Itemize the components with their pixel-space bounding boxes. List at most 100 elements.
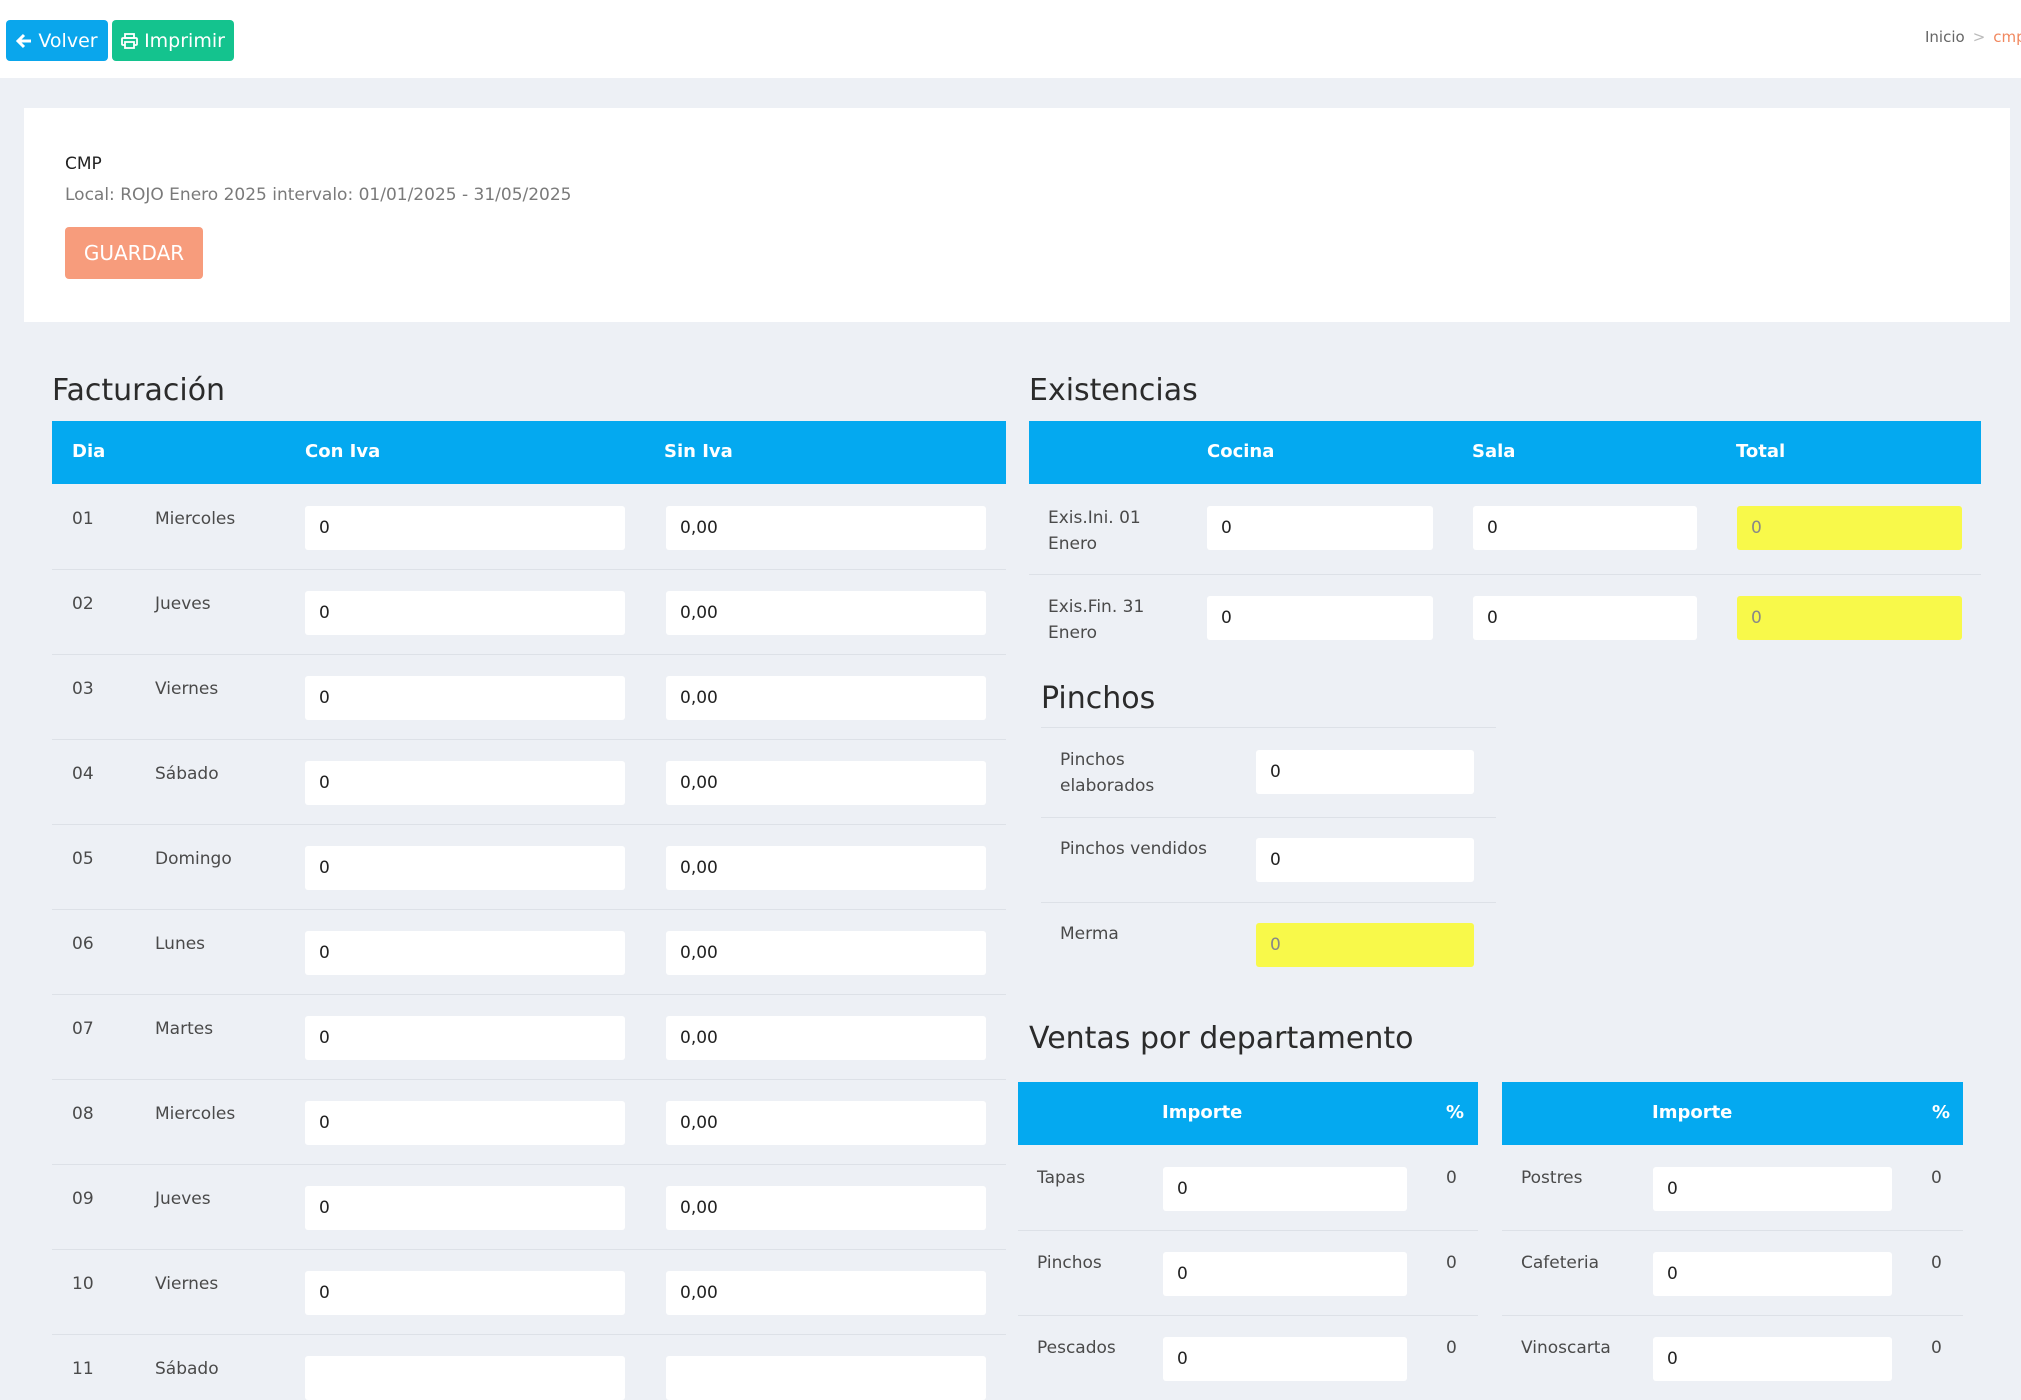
fact-sin-iva-input[interactable] xyxy=(666,506,986,550)
fact-sin-iva-input[interactable] xyxy=(666,1016,986,1060)
row-divider xyxy=(52,1079,1006,1080)
fact-weekday: Sábado xyxy=(155,764,219,784)
fact-con-iva-input[interactable] xyxy=(305,676,625,720)
fact-weekday: Miercoles xyxy=(155,1104,236,1124)
exis-ini-cocina-input[interactable] xyxy=(1207,506,1433,550)
fact-sin-iva-input[interactable] xyxy=(666,1101,986,1145)
facturacion-title: Facturación xyxy=(52,373,226,408)
ventas-importe-input[interactable] xyxy=(1163,1337,1407,1381)
fact-day: 05 xyxy=(72,849,94,869)
ventas-importe-input[interactable] xyxy=(1653,1252,1892,1296)
ventas-importe-input[interactable] xyxy=(1653,1337,1892,1381)
ventas-pct: 0 xyxy=(1931,1253,1942,1273)
row-divider xyxy=(52,1249,1006,1250)
row-divider xyxy=(52,909,1006,910)
row-divider xyxy=(1041,817,1496,818)
ventas-importe-input[interactable] xyxy=(1163,1252,1407,1296)
fact-weekday: Jueves xyxy=(155,1189,211,1209)
exis-fin-total-input[interactable] xyxy=(1737,596,1962,640)
row-divider xyxy=(1041,902,1496,903)
col-importe: Importe xyxy=(1652,1102,1733,1123)
top-bar: Volver Imprimir Inicio > cmp xyxy=(0,0,2021,78)
col-dia: Dia xyxy=(72,441,106,462)
ventas-pct: 0 xyxy=(1931,1338,1942,1358)
row-divider xyxy=(52,994,1006,995)
merma-input[interactable] xyxy=(1256,923,1474,967)
fact-con-iva-input[interactable] xyxy=(305,506,625,550)
fact-sin-iva-input[interactable] xyxy=(666,1271,986,1315)
ventas-dept-label: Pescados xyxy=(1037,1338,1116,1358)
ventas-dept-label: Cafeteria xyxy=(1521,1253,1599,1273)
fact-weekday: Lunes xyxy=(155,934,206,954)
fact-con-iva-input[interactable] xyxy=(305,1016,625,1060)
pinchos-elaborados-line1: Pinchos xyxy=(1060,750,1125,770)
exis-ini-label-line1: Exis.Ini. 01 xyxy=(1048,508,1141,528)
fact-sin-iva-input[interactable] xyxy=(666,1186,986,1230)
pinchos-vendidos-input[interactable] xyxy=(1256,838,1474,882)
fact-weekday: Jueves xyxy=(155,594,211,614)
exis-fin-cocina-input[interactable] xyxy=(1207,596,1433,640)
page-title: CMP xyxy=(65,154,102,174)
pinchos-elaborados-input[interactable] xyxy=(1256,750,1474,794)
fact-con-iva-input[interactable] xyxy=(305,761,625,805)
fact-day: 04 xyxy=(72,764,94,784)
fact-sin-iva-input[interactable] xyxy=(666,761,986,805)
fact-con-iva-input[interactable] xyxy=(305,931,625,975)
fact-con-iva-input[interactable] xyxy=(305,1101,625,1145)
ventas-importe-input[interactable] xyxy=(1163,1167,1407,1211)
fact-sin-iva-input[interactable] xyxy=(666,1356,986,1400)
fact-sin-iva-input[interactable] xyxy=(666,846,986,890)
exis-ini-label: Exis.Ini. 01 Enero xyxy=(1048,505,1141,557)
save-button[interactable]: GUARDAR xyxy=(65,227,203,279)
fact-con-iva-input[interactable] xyxy=(305,1271,625,1315)
row-divider xyxy=(1502,1315,1963,1316)
ventas-importe-input[interactable] xyxy=(1653,1167,1892,1211)
ventas-dept-label: Vinoscarta xyxy=(1521,1338,1611,1358)
fact-sin-iva-input[interactable] xyxy=(666,931,986,975)
breadcrumb-home[interactable]: Inicio xyxy=(1925,28,1965,46)
row-divider xyxy=(52,1164,1006,1165)
ventas-header-left: Importe % xyxy=(1018,1082,1478,1145)
ventas-pct: 0 xyxy=(1446,1168,1457,1188)
row-divider xyxy=(52,654,1006,655)
fact-day: 06 xyxy=(72,934,94,954)
exis-fin-sala-input[interactable] xyxy=(1473,596,1697,640)
printer-icon xyxy=(121,32,138,49)
fact-day: 03 xyxy=(72,679,94,699)
fact-weekday: Domingo xyxy=(155,849,232,869)
fact-sin-iva-input[interactable] xyxy=(666,676,986,720)
fact-con-iva-input[interactable] xyxy=(305,1356,625,1400)
print-button[interactable]: Imprimir xyxy=(112,20,234,61)
col-importe: Importe xyxy=(1162,1102,1243,1123)
exis-fin-label-line1: Exis.Fin. 31 xyxy=(1048,597,1145,617)
pinchos-vendidos-label: Pinchos vendidos xyxy=(1060,839,1208,859)
col-total: Total xyxy=(1736,441,1786,462)
ventas-dept-label: Postres xyxy=(1521,1168,1583,1188)
back-button[interactable]: Volver xyxy=(6,20,108,61)
col-pct: % xyxy=(1446,1102,1465,1123)
print-button-label: Imprimir xyxy=(144,29,225,52)
ventas-pct: 0 xyxy=(1931,1168,1942,1188)
fact-con-iva-input[interactable] xyxy=(305,1186,625,1230)
fact-con-iva-input[interactable] xyxy=(305,591,625,635)
ventas-dept-label: Pinchos xyxy=(1037,1253,1102,1273)
exis-fin-label-line2: Enero xyxy=(1048,623,1097,643)
row-divider xyxy=(52,569,1006,570)
fact-weekday: Viernes xyxy=(155,1274,219,1294)
row-divider xyxy=(52,824,1006,825)
ventas-pct: 0 xyxy=(1446,1253,1457,1273)
col-pct: % xyxy=(1932,1102,1951,1123)
exis-ini-total-input[interactable] xyxy=(1737,506,1962,550)
breadcrumb-current: cmp xyxy=(1993,28,2021,46)
fact-day: 09 xyxy=(72,1189,94,1209)
row-divider xyxy=(52,1334,1006,1335)
fact-day: 07 xyxy=(72,1019,94,1039)
pinchos-title: Pinchos xyxy=(1041,681,1156,716)
fact-weekday: Martes xyxy=(155,1019,214,1039)
ventas-header-right: Importe % xyxy=(1502,1082,1963,1145)
pinchos-elaborados-line2: elaborados xyxy=(1060,776,1155,796)
exis-ini-label-line2: Enero xyxy=(1048,534,1097,554)
fact-con-iva-input[interactable] xyxy=(305,846,625,890)
fact-sin-iva-input[interactable] xyxy=(666,591,986,635)
exis-ini-sala-input[interactable] xyxy=(1473,506,1697,550)
